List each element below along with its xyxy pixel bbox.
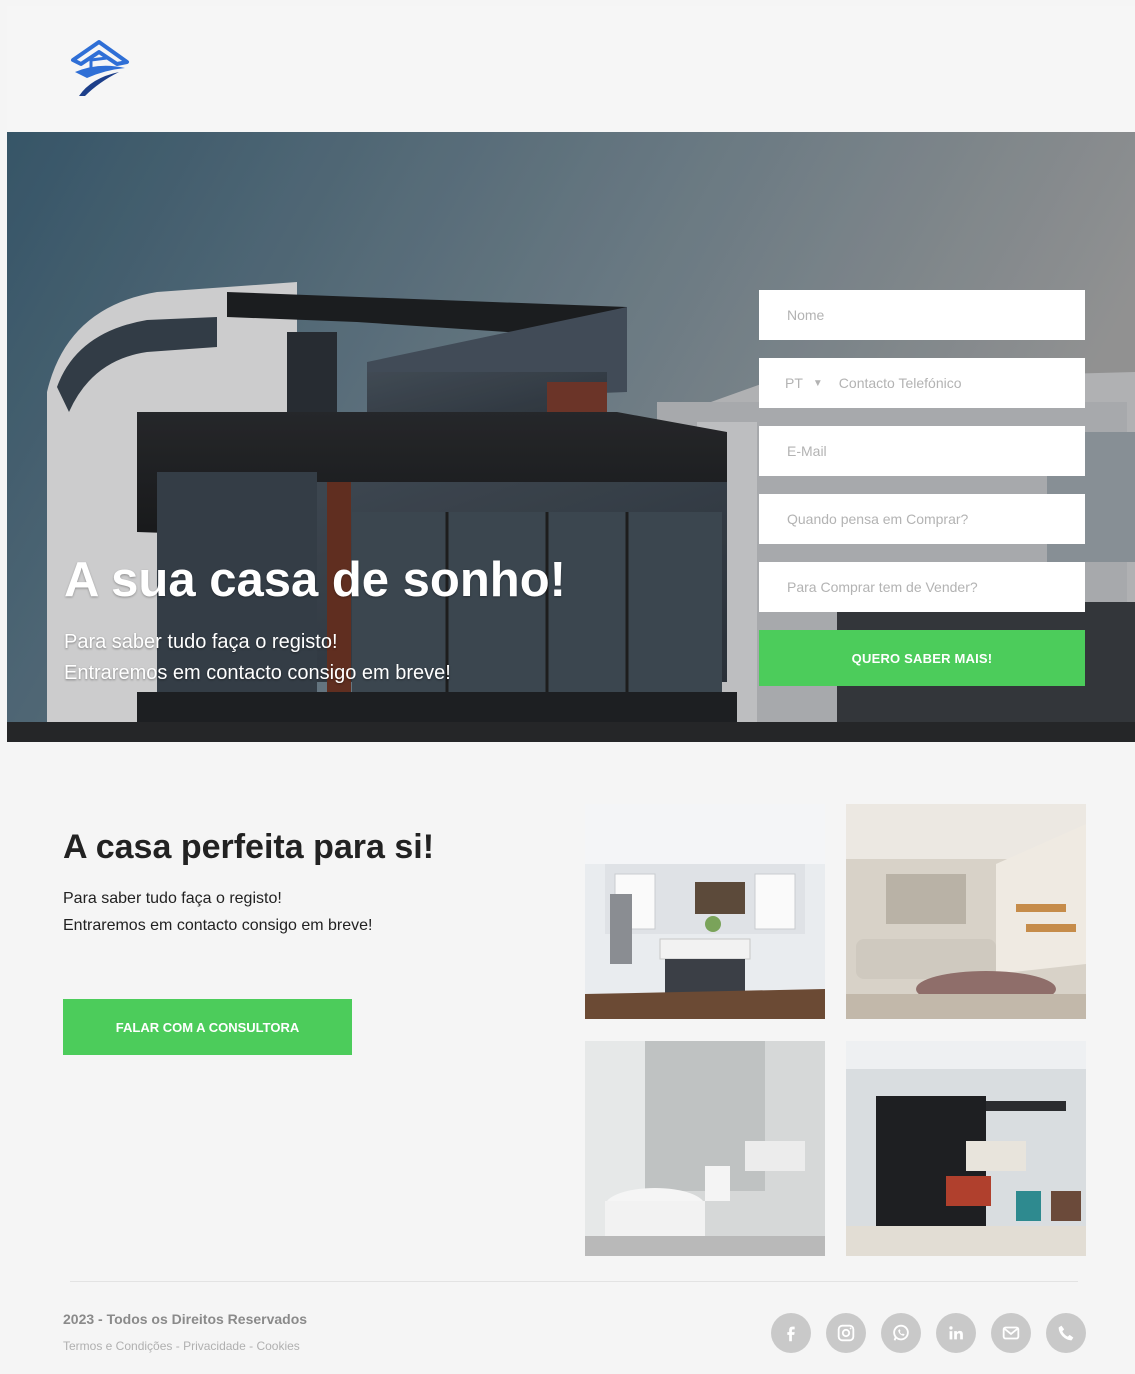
phone-country-select[interactable]: PT [785,375,803,391]
phone-field[interactable] [836,374,1059,392]
phone-field-wrapper: PT ▼ [759,358,1085,408]
hero-subtitle-line2: Entraremos em contacto consigo em breve! [64,662,451,684]
name-field[interactable] [785,306,1059,324]
legal-separator: - [172,1339,184,1353]
need-sell-field-wrapper [759,562,1085,612]
living-room-photo [846,804,1086,1019]
copyright-text: 2023 - Todos os Direitos Reservados [63,1311,308,1327]
legal-links: Termos e Condições - Privacidade - Cooki… [63,1339,300,1353]
hero-title: A sua casa de sonho! [64,553,566,607]
chevron-down-icon[interactable]: ▼ [813,378,823,389]
page: A sua casa de sonho! Para saber tudo faç… [0,0,1135,1374]
terms-link[interactable]: Termos e Condições [63,1339,172,1353]
header [7,6,1135,132]
instagram-icon[interactable] [826,1313,866,1353]
section-title: A casa perfeita para si! [63,828,435,866]
phone-icon[interactable] [1046,1313,1086,1353]
facebook-icon[interactable] [771,1313,811,1353]
privacy-link[interactable]: Privacidade [183,1339,246,1353]
section-subtitle: Para saber tudo faça o registo! Entrarem… [63,885,372,939]
when-buy-field[interactable] [785,510,1059,528]
legal-separator: - [245,1339,257,1353]
linkedin-icon[interactable] [936,1313,976,1353]
email-icon[interactable] [991,1313,1031,1353]
bathroom-photo [585,1041,825,1256]
section-subtitle-line1: Para saber tudo faça o registo! [63,890,282,907]
footer-divider [70,1281,1078,1282]
need-sell-field[interactable] [785,578,1059,596]
submit-button[interactable]: QUERO SABER MAIS! [759,630,1085,686]
social-links [771,1313,1086,1353]
lounge-photo [846,1041,1086,1256]
email-field-wrapper [759,426,1085,476]
section-subtitle-line2: Entraremos em contacto consigo em breve! [63,917,373,934]
house-roof-logo-icon[interactable] [65,38,133,104]
hero-subtitle: Para saber tudo faça o registo! Entrarem… [64,627,451,689]
kitchen-photo [585,804,825,1019]
hero-subtitle-line1: Para saber tudo faça o registo! [64,631,338,653]
lead-form: PT ▼ QUERO SABER MAIS! [759,290,1085,686]
cookies-link[interactable]: Cookies [256,1339,299,1353]
contact-consultant-button[interactable]: FALAR COM A CONSULTORA [63,999,352,1055]
name-field-wrapper [759,290,1085,340]
when-buy-field-wrapper [759,494,1085,544]
email-field[interactable] [785,442,1059,460]
whatsapp-icon[interactable] [881,1313,921,1353]
hero-section: A sua casa de sonho! Para saber tudo faç… [7,132,1135,742]
